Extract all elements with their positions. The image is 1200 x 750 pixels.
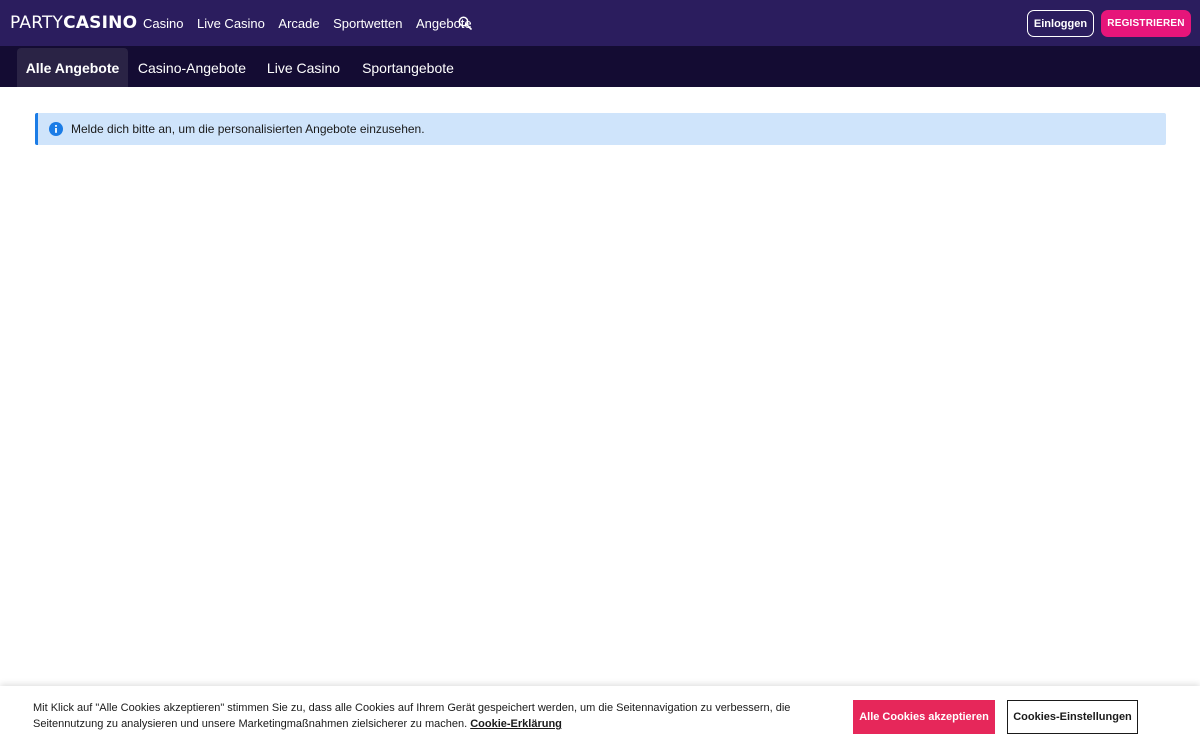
top-navigation-bar: PARTYCASINO Casino Live Casino Arcade Sp…: [0, 0, 1200, 46]
nav-arcade[interactable]: Arcade: [278, 16, 319, 31]
login-button[interactable]: Einloggen: [1027, 10, 1094, 37]
tab-casino-angebote[interactable]: Casino-Angebote: [128, 48, 256, 87]
cookie-policy-link[interactable]: Cookie-Erklärung: [470, 718, 562, 730]
cookie-banner-text: Mit Klick auf "Alle Cookies akzeptieren"…: [33, 700, 823, 732]
nav-sportwetten[interactable]: Sportwetten: [333, 16, 402, 31]
nav-live-casino[interactable]: Live Casino: [197, 16, 265, 31]
cookie-banner: Mit Klick auf "Alle Cookies akzeptieren"…: [0, 686, 1200, 750]
cookie-settings-button[interactable]: Cookies-Einstellungen: [1007, 700, 1138, 734]
tab-live-casino[interactable]: Live Casino: [256, 48, 351, 87]
info-icon: [49, 122, 63, 136]
tab-sportangebote[interactable]: Sportangebote: [351, 48, 465, 87]
logo-part-casino: CASINO: [63, 13, 138, 33]
search-icon[interactable]: [458, 16, 472, 30]
offers-subnav: Alle Angebote Casino-Angebote Live Casin…: [0, 46, 1200, 87]
cookie-banner-message: Mit Klick auf "Alle Cookies akzeptieren"…: [33, 702, 791, 730]
nav-casino[interactable]: Casino: [143, 16, 183, 31]
partycasino-logo[interactable]: PARTYCASINO: [10, 13, 137, 33]
main-nav: Casino Live Casino Arcade Sportwetten An…: [143, 0, 485, 46]
login-notice-text: Melde dich bitte an, um die personalisie…: [71, 122, 425, 136]
logo-part-party: PARTY: [10, 13, 64, 33]
accept-all-cookies-button[interactable]: Alle Cookies akzeptieren: [853, 700, 995, 734]
tab-alle-angebote[interactable]: Alle Angebote: [17, 48, 128, 87]
register-button[interactable]: REGISTRIEREN: [1101, 10, 1191, 37]
login-notice: Melde dich bitte an, um die personalisie…: [35, 113, 1166, 145]
